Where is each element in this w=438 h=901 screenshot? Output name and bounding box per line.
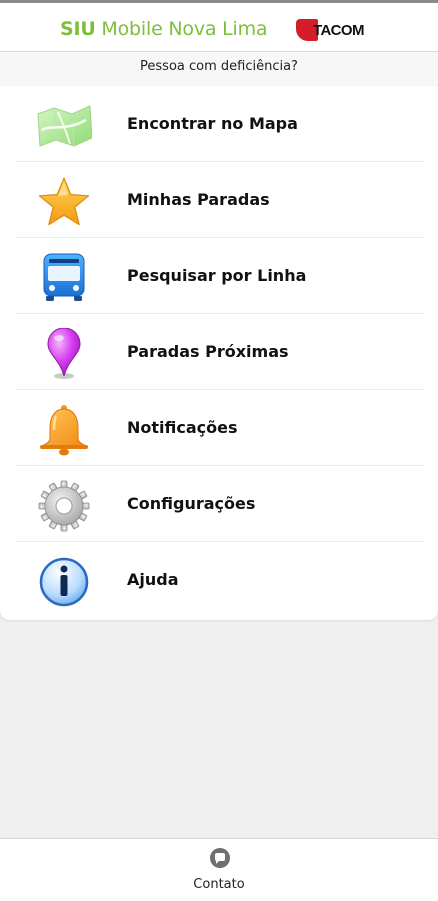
menu-label-settings: Configurações [127,494,256,513]
app-title: SIU Mobile Nova Lima [60,18,268,40]
contact-button-label[interactable]: Contato [0,877,438,892]
tacom-logo-text: TACOM [313,22,364,39]
menu-label-find-on-map: Encontrar no Mapa [127,114,298,133]
menu-label-notifications: Notificações [127,418,238,437]
menu-item-search-by-line[interactable]: Pesquisar por Linha [16,238,424,314]
menu-item-notifications[interactable]: Notificações [16,390,424,466]
gear-icon [38,480,90,532]
menu-item-nearby-stops[interactable]: Paradas Próximas [16,314,424,390]
menu-item-my-stops[interactable]: Minhas Paradas [16,162,424,238]
info-icon [39,557,89,607]
menu-label-search-by-line: Pesquisar por Linha [127,266,307,285]
menu-item-settings[interactable]: Configurações [16,466,424,542]
app-header: SIU Mobile Nova Lima TACOM [0,0,438,52]
tacom-logo: TACOM [296,17,380,43]
menu-label-nearby-stops: Paradas Próximas [127,342,289,361]
menu-item-help[interactable]: Ajuda [16,542,424,618]
app-title-rest: Mobile Nova Lima [95,18,268,40]
app-title-bold: SIU [60,18,96,40]
footer-bar: Contato [0,838,438,901]
menu-label-help: Ajuda [127,570,179,589]
menu-item-find-on-map[interactable]: Encontrar no Mapa [16,86,424,162]
star-icon [38,177,90,226]
bus-icon [43,253,85,301]
main-menu: Encontrar no Mapa Minhas Paradas Pesquis… [0,86,438,620]
bell-icon [40,405,88,456]
chat-bubble-icon[interactable] [208,847,232,871]
accessibility-link[interactable]: Pessoa com deficiência? [0,52,438,86]
map-icon [37,105,92,147]
menu-label-my-stops: Minhas Paradas [127,190,270,209]
location-pin-icon [47,328,81,379]
